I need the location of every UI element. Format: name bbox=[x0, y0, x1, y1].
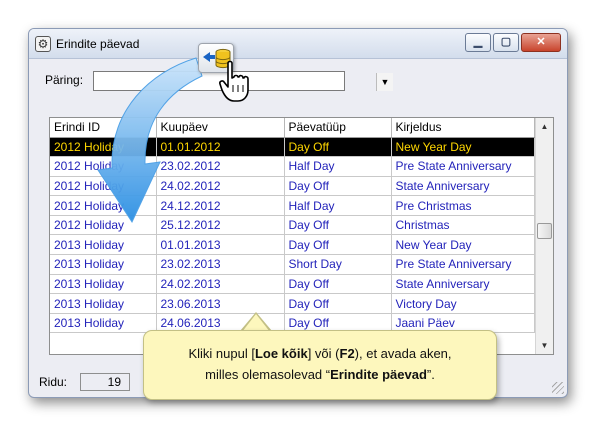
cell-description: Christmas bbox=[391, 215, 535, 236]
cell-day-type: Day Off bbox=[284, 215, 392, 236]
hand-pointer-icon bbox=[219, 60, 249, 102]
column-header-day-type[interactable]: Päevatüüp bbox=[284, 118, 392, 138]
chevron-down-icon[interactable]: ▼ bbox=[376, 73, 393, 91]
window-title: Erindite päevad bbox=[56, 37, 140, 51]
cell-description: Pre State Anniversary bbox=[391, 156, 535, 177]
cell-description: State Anniversary bbox=[391, 176, 535, 197]
cell-day-type: Half Day bbox=[284, 156, 392, 177]
table-row[interactable]: 2012 Holiday 01.01.2012 Day Off New Year… bbox=[50, 137, 535, 158]
column-header-description[interactable]: Kirjeldus bbox=[391, 118, 535, 138]
cell-date: 01.01.2013 bbox=[156, 234, 285, 256]
table-row[interactable]: 2012 Holiday 24.02.2012 Day Off State An… bbox=[50, 176, 535, 197]
cell-description: Pre State Anniversary bbox=[391, 254, 535, 275]
cell-id: 2012 Holiday bbox=[50, 215, 157, 236]
close-icon: ✕ bbox=[536, 36, 546, 48]
cell-day-type: Day Off bbox=[284, 234, 392, 256]
rows-label: Ridu: bbox=[39, 375, 68, 389]
cell-id: 2012 Holiday bbox=[50, 156, 157, 177]
table-row[interactable]: 2013 Holiday 23.02.2013 Short Day Pre St… bbox=[50, 254, 535, 275]
instruction-callout: Kliki nupul [Loe kõik] või (F2), et avad… bbox=[143, 330, 497, 400]
callout-text: milles olemasolevad “ bbox=[205, 367, 331, 382]
rows-count: 19 bbox=[80, 373, 130, 391]
callout-text: ), et avada aken, bbox=[354, 346, 452, 361]
minimize-button[interactable]: ▁ bbox=[465, 33, 491, 52]
cell-id: 2013 Holiday bbox=[50, 313, 157, 334]
cell-date: 23.02.2013 bbox=[156, 254, 285, 275]
window-controls: ▁ ▢ ✕ bbox=[465, 33, 561, 52]
cell-date: 25.12.2012 bbox=[156, 215, 285, 236]
table-row[interactable]: 2012 Holiday 23.02.2012 Half Day Pre Sta… bbox=[50, 156, 535, 177]
cell-description: New Year Day bbox=[391, 234, 535, 256]
cell-id: 2013 Holiday bbox=[50, 274, 157, 295]
load-all-label: Loe kõik bbox=[254, 346, 308, 361]
table-header-row: Erindi ID Kuupäev Päevatüüp Kirjeldus bbox=[50, 118, 535, 138]
cell-date: 24.02.2012 bbox=[156, 176, 285, 197]
minimize-icon: ▁ bbox=[473, 36, 483, 48]
scroll-thumb[interactable] bbox=[537, 223, 552, 239]
callout-text: Kliki nupul [ bbox=[188, 346, 255, 361]
cell-date: 24.02.2013 bbox=[156, 274, 285, 295]
cell-id: 2013 Holiday bbox=[50, 293, 157, 314]
scroll-down-icon[interactable]: ▼ bbox=[536, 337, 553, 354]
table-row[interactable]: 2013 Holiday 23.06.2013 Day Off Victory … bbox=[50, 293, 535, 314]
resize-grip-icon[interactable] bbox=[552, 382, 564, 394]
cell-date: 01.01.2012 bbox=[156, 137, 285, 158]
cell-day-type: Half Day bbox=[284, 195, 392, 216]
cell-id: 2012 Holiday bbox=[50, 195, 157, 216]
vertical-scrollbar[interactable]: ▲ ▼ bbox=[535, 118, 553, 354]
window-name-label: Erindite päevad bbox=[330, 367, 427, 382]
cell-date: 23.06.2013 bbox=[156, 293, 285, 314]
table-row[interactable]: 2013 Holiday 01.01.2013 Day Off New Year… bbox=[50, 234, 535, 256]
shortcut-label: F2 bbox=[339, 346, 355, 361]
query-label: Päring: bbox=[45, 73, 84, 87]
table-row[interactable]: 2012 Holiday 24.12.2012 Half Day Pre Chr… bbox=[50, 195, 535, 216]
holiday-table: Erindi ID Kuupäev Päevatüüp Kirjeldus 20… bbox=[50, 118, 535, 334]
cell-id: 2012 Holiday bbox=[50, 137, 157, 158]
callout-text: ] või ( bbox=[307, 346, 340, 361]
cell-description: Pre Christmas bbox=[391, 195, 535, 216]
column-header-id[interactable]: Erindi ID bbox=[50, 118, 157, 138]
scroll-up-icon[interactable]: ▲ bbox=[536, 118, 553, 135]
maximize-button[interactable]: ▢ bbox=[493, 33, 519, 52]
close-button[interactable]: ✕ bbox=[521, 33, 561, 52]
cell-day-type: Day Off bbox=[284, 137, 392, 158]
cell-id: 2013 Holiday bbox=[50, 234, 157, 256]
cell-day-type: Day Off bbox=[284, 274, 392, 295]
cell-date: 23.02.2012 bbox=[156, 156, 285, 177]
cell-day-type: Short Day bbox=[284, 254, 392, 275]
gear-icon: ⚙ bbox=[35, 36, 51, 52]
table-row[interactable]: 2013 Holiday 24.02.2013 Day Off State An… bbox=[50, 274, 535, 295]
callout-line-2: milles olemasolevad “Erindite päevad”. bbox=[144, 364, 496, 385]
cell-date: 24.12.2012 bbox=[156, 195, 285, 216]
column-header-date[interactable]: Kuupäev bbox=[156, 118, 285, 138]
callout-text: ”. bbox=[426, 367, 435, 382]
cell-day-type: Day Off bbox=[284, 293, 392, 314]
title-bar[interactable]: ⚙ Erindite päevad ▁ ▢ ✕ bbox=[29, 29, 567, 59]
cell-description: State Anniversary bbox=[391, 274, 535, 295]
cell-id: 2013 Holiday bbox=[50, 254, 157, 275]
cell-description: New Year Day bbox=[391, 137, 535, 158]
table-row[interactable]: 2012 Holiday 25.12.2012 Day Off Christma… bbox=[50, 215, 535, 236]
callout-line-1: Kliki nupul [Loe kõik] või (F2), et avad… bbox=[144, 343, 496, 364]
holiday-grid[interactable]: Erindi ID Kuupäev Päevatüüp Kirjeldus 20… bbox=[49, 117, 554, 355]
maximize-icon: ▢ bbox=[500, 36, 512, 48]
cell-id: 2012 Holiday bbox=[50, 176, 157, 197]
cell-day-type: Day Off bbox=[284, 176, 392, 197]
cell-description: Victory Day bbox=[391, 293, 535, 314]
